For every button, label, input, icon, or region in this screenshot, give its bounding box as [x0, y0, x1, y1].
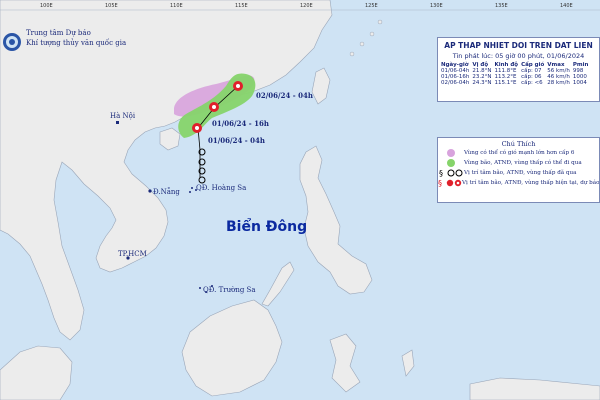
legend-item: Vùng có thể có gió mạnh lớn hơn cấp 6 [438, 148, 599, 158]
lon-label: 130E [430, 3, 443, 9]
past-position-icons: § [439, 169, 463, 177]
legend-item: § Vị trí tâm bão, ATNĐ, vùng thấp đã qua [438, 168, 599, 178]
forecast-table: Ngày-giờ Vị độ Kinh độ Cấp gió Vmax Pmin… [441, 62, 591, 86]
svg-text:§: § [438, 179, 442, 187]
legend-label: Vị trí tâm bão, ATNĐ, vùng thấp đã qua [464, 170, 577, 176]
lon-label: 135E [495, 3, 508, 9]
legend-item: Vùng bão, ATNĐ, vùng thấp có thể đi qua [438, 158, 599, 168]
city-label: Đ.Nẵng [153, 187, 180, 196]
table-row: 02/06-04h 24.3°N 115.1°E cấp: <6 28 km/h… [441, 80, 591, 86]
legend-label: Vị trí tâm bão, ATNĐ, vùng thấp hiện tại… [462, 180, 600, 186]
table-cell: 115.1°E [494, 80, 517, 86]
lon-label: 115E [235, 3, 248, 9]
table-cell: 1004 [572, 80, 587, 86]
table-cell: 28 km/h [547, 80, 570, 86]
city-label: Hà Nội [110, 111, 136, 120]
svg-text:§: § [439, 169, 443, 177]
table-cell: cấp: <6 [521, 80, 543, 86]
table-cell: 24.3°N [472, 80, 492, 86]
lon-label: 110E [170, 3, 183, 9]
track-label-02-04h: 02/06/24 - 04h [256, 91, 313, 100]
storm-info-panel: AP THAP NHIET DOI TREN DAT LIEN Tin phát… [437, 37, 600, 102]
legend-title: Chú Thích [501, 140, 536, 148]
table-cell: 02/06-04h [441, 80, 470, 86]
city-label: TP.HCM [118, 250, 147, 258]
lon-label: 105E [105, 3, 118, 9]
paracel-label: QĐ. Hoàng Sa [196, 183, 246, 192]
track-label-01-16h: 01/06/24 - 16h [212, 119, 269, 128]
legend-label: Vùng bão, ATNĐ, vùng thấp có thể đi qua [464, 160, 582, 166]
lon-label: 125E [365, 3, 378, 9]
lon-label: 140E [560, 3, 573, 9]
org-name-line2: Khí tượng thủy văn quốc gia [26, 38, 126, 47]
wind-zone-swatch [447, 149, 455, 157]
track-label-01-04h: 01/06/24 - 04h [208, 136, 265, 145]
issue-time: Tin phát lúc: 05 giờ 00 phút, 01/06/2024 [452, 52, 585, 60]
spratly-label: QĐ. Trường Sa [203, 286, 256, 294]
current-position-icons: § [438, 179, 462, 187]
city-danang: Đ.Nẵng [148, 187, 180, 196]
agency-logo [3, 33, 21, 51]
info-title: AP THAP NHIET DOI TREN DAT LIEN [444, 41, 593, 50]
sea-name: Biển Đông [226, 218, 307, 235]
legend-label: Vùng có thể có gió mạnh lớn hơn cấp 6 [464, 150, 575, 156]
cone-swatch [447, 159, 455, 167]
lon-label: 100E [40, 3, 53, 9]
map-legend: Chú Thích Vùng có thể có gió mạnh lớn hơ… [437, 137, 600, 203]
legend-item: § Vị trí tâm bão, ATNĐ, vùng thấp hiện t… [438, 178, 599, 188]
lon-label: 120E [300, 3, 313, 9]
org-name-line1: Trung tâm Dự báo [26, 29, 91, 37]
